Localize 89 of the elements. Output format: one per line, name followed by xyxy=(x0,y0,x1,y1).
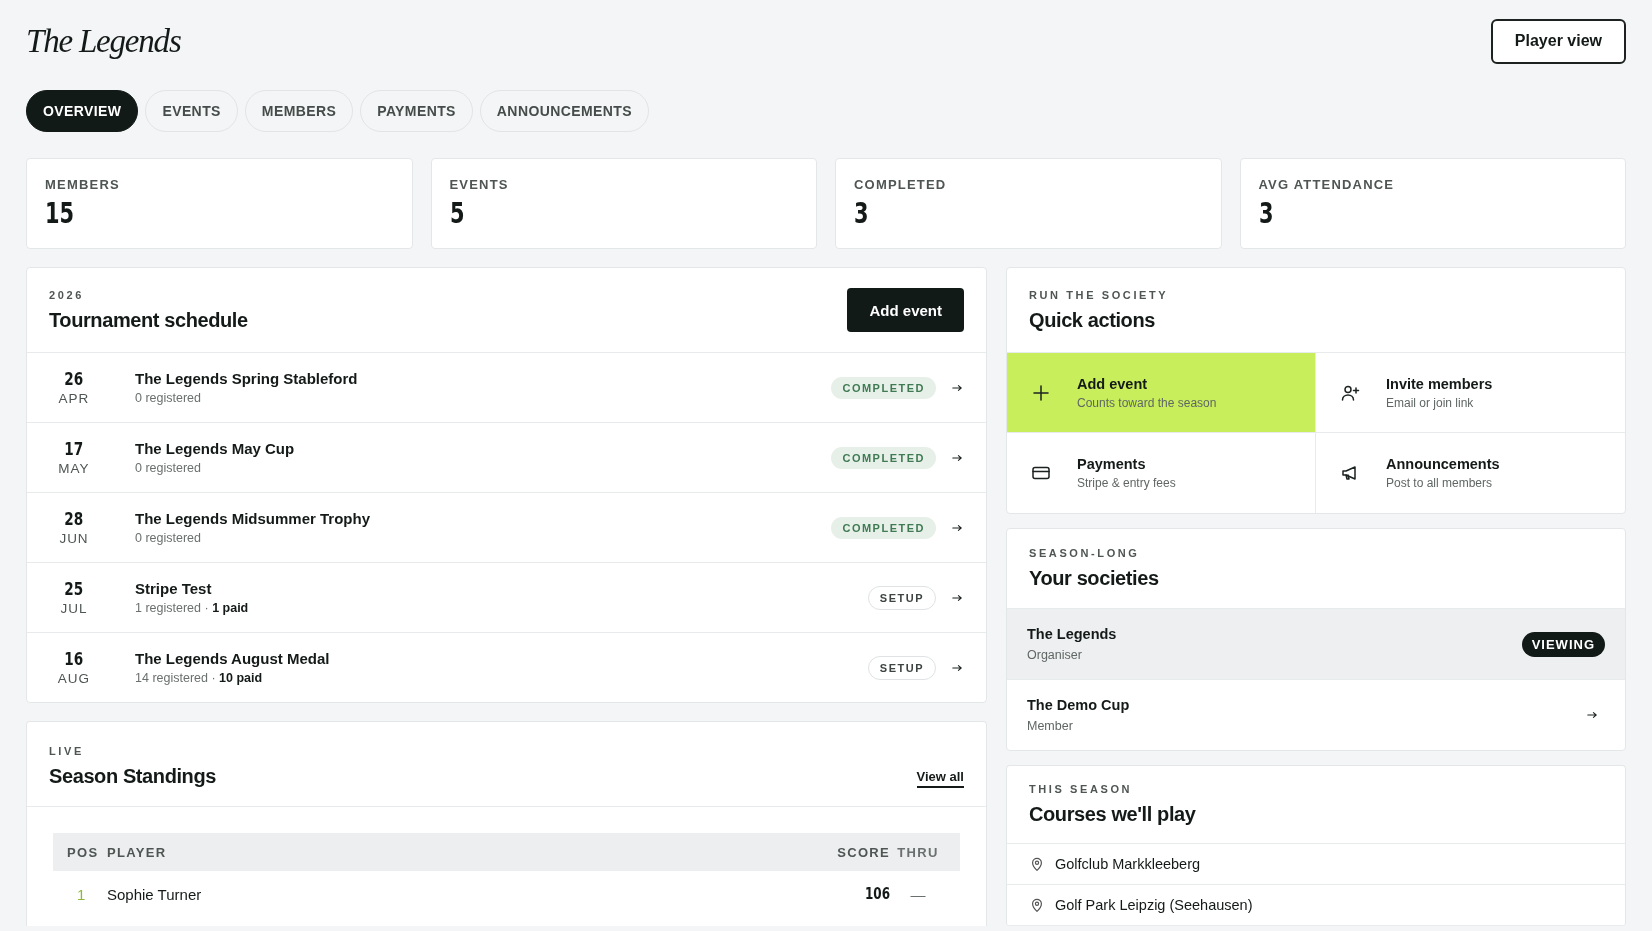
status-badge: COMPLETED xyxy=(831,516,936,539)
map-pin-icon xyxy=(1029,897,1045,913)
viewing-badge: VIEWING xyxy=(1521,631,1605,657)
action-subtitle: Post to all members xyxy=(1386,476,1494,490)
quick-action-tile[interactable]: Announcements Post to all members xyxy=(1316,433,1625,513)
brand-title: The Legends xyxy=(26,22,181,60)
status-badge: COMPLETED xyxy=(831,376,936,399)
stat-label: EVENTS xyxy=(449,177,510,192)
event-details: 0 registered xyxy=(135,531,202,545)
column-header: THRU xyxy=(896,844,940,860)
course-name: Golfclub Markkleeberg xyxy=(1055,856,1201,872)
add-event-button[interactable]: Add event xyxy=(847,288,964,332)
section-eyebrow: RUN THE SOCIETY xyxy=(1029,288,1169,301)
nav-tab[interactable]: PAYMENTS xyxy=(360,90,473,132)
event-day: 26 xyxy=(64,369,84,389)
event-month: JUL xyxy=(59,601,89,616)
society-row[interactable]: The Legends Organiser VIEWING xyxy=(1007,609,1625,680)
event-day: 17 xyxy=(64,439,84,459)
section-eyebrow: THIS SEASON xyxy=(1029,783,1134,795)
quick-action-tile[interactable]: Invite members Email or join link xyxy=(1316,353,1625,433)
nav-tab[interactable]: OVERVIEW xyxy=(26,90,139,132)
event-month: JUN xyxy=(58,531,90,546)
stat-value: 3 xyxy=(1258,196,1274,230)
event-name: The Legends Midsummer Trophy xyxy=(135,510,372,527)
event-day: 16 xyxy=(64,649,84,669)
section-title: Quick actions xyxy=(1029,308,1156,332)
society-row[interactable]: The Demo Cup Member xyxy=(1007,680,1625,750)
society-name: The Demo Cup xyxy=(1027,697,1130,713)
section-eyebrow: 2026 xyxy=(49,288,85,301)
event-row[interactable]: 28 JUN The Legends Midsummer Trophy 0 registered COMPLETED xyxy=(27,493,986,563)
event-name: The Legends Spring Stableford xyxy=(135,370,359,387)
society-name: The Legends xyxy=(1027,626,1117,642)
stat-label: MEMBERS xyxy=(45,177,121,192)
stat-value: 5 xyxy=(449,196,464,230)
thru-cell-text: — xyxy=(909,885,927,903)
quick-action-tile[interactable]: Payments Stripe & entry fees xyxy=(1007,433,1316,513)
event-month: AUG xyxy=(56,671,92,686)
nav-tab[interactable]: EVENTS xyxy=(145,90,238,132)
event-details: 1 registered · 1 paid xyxy=(135,601,250,615)
event-name: The Legends August Medal xyxy=(135,650,331,667)
status-badge: COMPLETED xyxy=(831,446,936,469)
action-subtitle: Email or join link xyxy=(1386,395,1475,410)
plus-icon xyxy=(1031,382,1051,403)
score-cell-text: 106 xyxy=(863,885,890,903)
column-header: PLAYER xyxy=(107,844,168,860)
event-row[interactable]: 25 JUL Stripe Test 1 registered · 1 paid SETUP xyxy=(27,563,986,633)
action-title: Add event xyxy=(1077,375,1149,392)
view-all-link[interactable]: View all xyxy=(916,769,964,788)
action-title: Announcements xyxy=(1386,456,1500,472)
column-header: POS xyxy=(67,844,100,860)
section-title: Your societies xyxy=(1029,567,1159,590)
status-badge: SETUP xyxy=(867,585,936,610)
action-title: Invite members xyxy=(1386,375,1493,392)
map-pin-icon xyxy=(1029,856,1045,872)
action-subtitle: Counts toward the season xyxy=(1077,395,1217,410)
action-title: Payments xyxy=(1077,456,1147,472)
nav-tab[interactable]: MEMBERS xyxy=(244,90,354,132)
event-details: 14 registered · 10 paid xyxy=(135,671,264,685)
event-details: 0 registered xyxy=(135,461,202,475)
action-subtitle: Stripe & entry fees xyxy=(1077,476,1176,490)
event-day: 28 xyxy=(64,509,84,529)
event-row[interactable]: 16 AUG The Legends August Medal 14 registered · 10 paid SETUP xyxy=(27,633,986,702)
column-header: SCORE xyxy=(836,844,890,860)
section-title: Tournament schedule xyxy=(49,308,248,332)
event-name: The Legends May Cup xyxy=(135,440,296,457)
event-name: Stripe Test xyxy=(135,580,213,597)
stat-value: 3 xyxy=(854,196,869,230)
society-role: Organiser xyxy=(1027,648,1083,662)
nav-tab[interactable]: ANNOUNCEMENTS xyxy=(479,90,649,132)
section-eyebrow: SEASON-LONG xyxy=(1029,547,1141,559)
event-row[interactable]: 17 MAY The Legends May Cup 0 registered COMPLETED xyxy=(27,423,986,493)
stat-label: COMPLETED xyxy=(854,177,948,192)
status-badge: SETUP xyxy=(867,655,936,680)
section-title: Courses we'll play xyxy=(1029,803,1196,826)
event-month: MAY xyxy=(57,461,91,476)
stat-value: 15 xyxy=(45,196,75,230)
course-name: Golf Park Leipzig (Seehausen) xyxy=(1055,897,1253,913)
player-view-button[interactable]: Player view xyxy=(1490,18,1626,64)
event-day: 25 xyxy=(64,579,84,599)
event-row[interactable]: 26 APR The Legends Spring Stableford 0 registered COMPLETED xyxy=(27,353,986,423)
stat-label: AVG ATTENDANCE xyxy=(1258,177,1396,192)
event-details: 0 registered xyxy=(135,391,202,405)
section-title: Season Standings xyxy=(49,765,216,788)
section-eyebrow: LIVE xyxy=(49,745,85,757)
player-name: Sophie Turner xyxy=(107,885,203,903)
position-cell-text: 1 xyxy=(76,885,87,903)
event-month: APR xyxy=(57,391,91,406)
quick-action-tile[interactable]: Add event Counts toward the season xyxy=(1007,353,1316,433)
society-role: Member xyxy=(1027,719,1074,733)
